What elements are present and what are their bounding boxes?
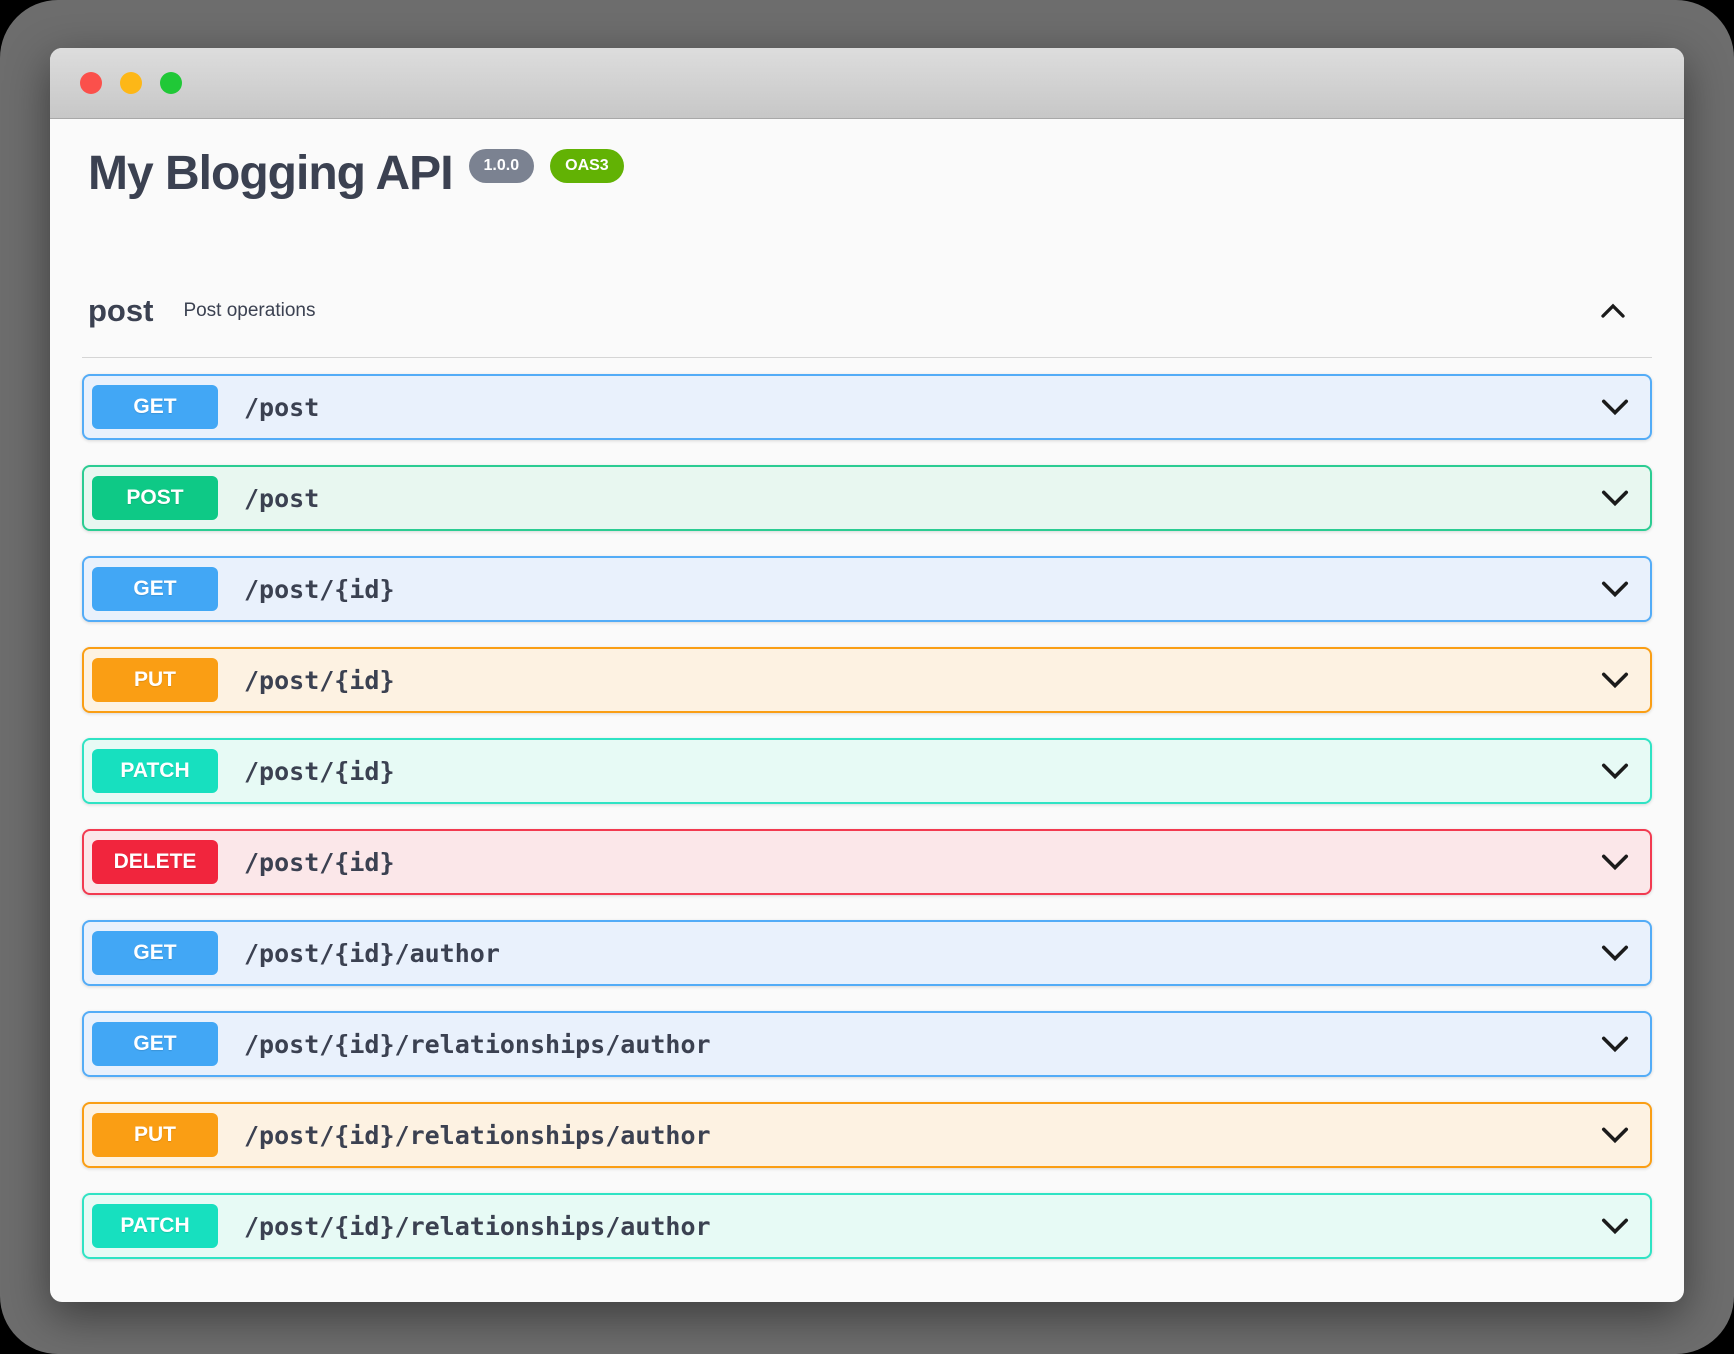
chevron-down-icon[interactable] xyxy=(1596,665,1634,695)
zoom-window-button[interactable] xyxy=(160,72,182,94)
method-badge: GET xyxy=(92,567,218,611)
method-badge: PUT xyxy=(92,1113,218,1157)
api-header: My Blogging API 1.0.0 OAS3 xyxy=(82,145,1652,203)
method-badge: GET xyxy=(92,931,218,975)
method-badge: PUT xyxy=(92,658,218,702)
chevron-down-icon[interactable] xyxy=(1596,392,1634,422)
chevron-down-icon[interactable] xyxy=(1596,1029,1634,1059)
tag-name: post xyxy=(88,293,153,329)
endpoint-path: /post/{id}/relationships/author xyxy=(244,1212,1596,1241)
version-badge: 1.0.0 xyxy=(469,149,535,183)
endpoint-path: /post xyxy=(244,393,1596,422)
chevron-down-icon[interactable] xyxy=(1596,1211,1634,1241)
endpoint-path: /post/{id} xyxy=(244,666,1596,695)
close-window-button[interactable] xyxy=(80,72,102,94)
method-badge: POST xyxy=(92,476,218,520)
chevron-down-icon[interactable] xyxy=(1596,847,1634,877)
operation-row[interactable]: GET /post/{id}/relationships/author xyxy=(82,1011,1652,1077)
operations-list: GET /post POST /post GET /post/{id} PUT … xyxy=(82,374,1652,1302)
method-badge: PATCH xyxy=(92,1204,218,1248)
window-titlebar xyxy=(50,48,1684,119)
tag-description: Post operations xyxy=(183,300,315,322)
endpoint-path: /post/{id} xyxy=(244,848,1596,877)
operation-row[interactable]: PATCH /post/{id} xyxy=(82,738,1652,804)
operation-row[interactable]: PUT /post/{id} xyxy=(82,647,1652,713)
operation-row[interactable]: GET /post/{id} xyxy=(82,556,1652,622)
swagger-content: My Blogging API 1.0.0 OAS3 post Post ope… xyxy=(50,145,1684,1302)
tag-section-header[interactable]: post Post operations xyxy=(82,265,1652,358)
endpoint-path: /post/{id} xyxy=(244,757,1596,786)
endpoint-path: /post/{id}/author xyxy=(244,939,1596,968)
operation-row[interactable]: DELETE /post/{id} xyxy=(82,829,1652,895)
oas3-badge: OAS3 xyxy=(550,149,624,183)
page-title: My Blogging API xyxy=(88,145,453,203)
operation-row[interactable]: PATCH /post/{id}/relationships/author xyxy=(82,1193,1652,1259)
operation-row[interactable]: GET /post xyxy=(82,374,1652,440)
operation-row[interactable]: GET /post/{id}/author xyxy=(82,920,1652,986)
minimize-window-button[interactable] xyxy=(120,72,142,94)
endpoint-path: /post/{id}/relationships/author xyxy=(244,1121,1596,1150)
endpoint-path: /post/{id}/relationships/author xyxy=(244,1030,1596,1059)
chevron-down-icon[interactable] xyxy=(1596,1120,1634,1150)
chevron-down-icon[interactable] xyxy=(1596,756,1634,786)
chevron-down-icon[interactable] xyxy=(1596,938,1634,968)
chevron-down-icon[interactable] xyxy=(1596,483,1634,513)
method-badge: DELETE xyxy=(92,840,218,884)
window-shadow-frame: My Blogging API 1.0.0 OAS3 post Post ope… xyxy=(0,0,1734,1354)
chevron-up-icon[interactable] xyxy=(1596,296,1630,326)
method-badge: GET xyxy=(92,385,218,429)
app-window: My Blogging API 1.0.0 OAS3 post Post ope… xyxy=(50,48,1684,1302)
endpoint-path: /post/{id} xyxy=(244,575,1596,604)
method-badge: PATCH xyxy=(92,749,218,793)
operation-row[interactable]: POST /post xyxy=(82,465,1652,531)
endpoint-path: /post xyxy=(244,484,1596,513)
operation-row[interactable]: PUT /post/{id}/relationships/author xyxy=(82,1102,1652,1168)
method-badge: GET xyxy=(92,1022,218,1066)
chevron-down-icon[interactable] xyxy=(1596,574,1634,604)
